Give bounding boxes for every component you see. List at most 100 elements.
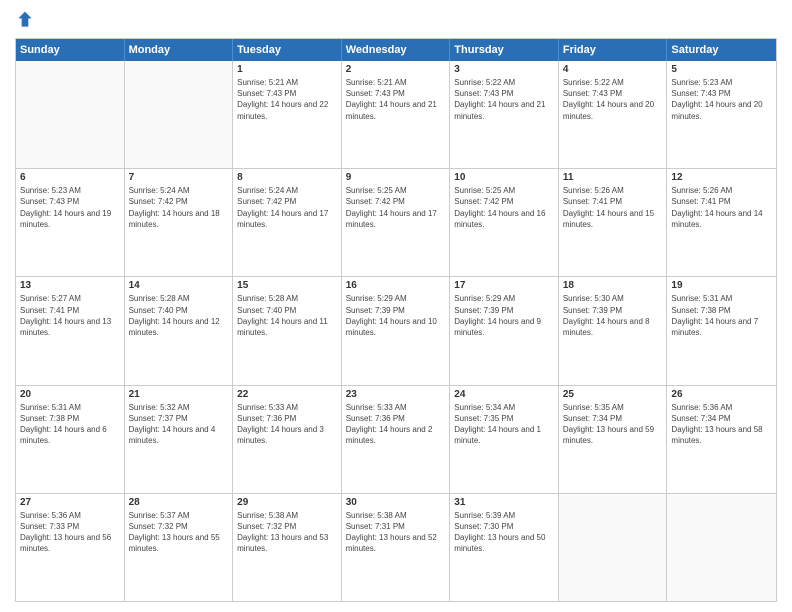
cal-header-cell: Thursday bbox=[450, 39, 559, 61]
day-number: 9 bbox=[346, 172, 446, 183]
cal-cell: 28 Sunrise: 5:37 AMSunset: 7:32 PMDayligh… bbox=[125, 494, 234, 601]
day-number: 13 bbox=[20, 280, 120, 291]
cell-detail: Sunrise: 5:33 AMSunset: 7:36 PMDaylight:… bbox=[346, 402, 446, 447]
cell-detail: Sunrise: 5:24 AMSunset: 7:42 PMDaylight:… bbox=[129, 185, 229, 230]
day-number: 26 bbox=[671, 389, 772, 400]
cal-cell: 3Sunrise: 5:22 AMSunset: 7:43 PMDaylight… bbox=[450, 61, 559, 168]
logo-icon bbox=[15, 10, 35, 30]
day-number: 8 bbox=[237, 172, 337, 183]
day-number: 2 bbox=[346, 64, 446, 75]
cell-detail: Sunrise: 5:21 AMSunset: 7:43 PMDaylight:… bbox=[237, 77, 337, 122]
cell-detail: Sunrise: 5:26 AMSunset: 7:41 PMDaylight:… bbox=[563, 185, 663, 230]
cal-header-cell: Friday bbox=[559, 39, 668, 61]
cell-detail: Sunrise: 5:31 AMSunset: 7:38 PMDaylight:… bbox=[20, 402, 120, 447]
cal-cell: 19 Sunrise: 5:31 AMSunset: 7:38 PMDayligh… bbox=[667, 277, 776, 384]
day-number: 30 bbox=[346, 497, 446, 508]
cal-cell bbox=[125, 61, 234, 168]
cal-cell: 30 Sunrise: 5:38 AMSunset: 7:31 PMDayligh… bbox=[342, 494, 451, 601]
cal-cell: 4 Sunrise: 5:22 AMSunset: 7:43 PMDaylight… bbox=[559, 61, 668, 168]
cal-header-cell: Saturday bbox=[667, 39, 776, 61]
cal-cell: 20 Sunrise: 5:31 AMSunset: 7:38 PMDayligh… bbox=[16, 386, 125, 493]
cal-cell: 11 Sunrise: 5:26 AMSunset: 7:41 PMDayligh… bbox=[559, 169, 668, 276]
cal-cell: 21 Sunrise: 5:32 AMSunset: 7:37 PMDayligh… bbox=[125, 386, 234, 493]
cell-detail: Sunrise: 5:25 AMSunset: 7:42 PMDaylight:… bbox=[346, 185, 446, 230]
logo bbox=[15, 10, 39, 30]
cal-cell: 24 Sunrise: 5:34 AMSunset: 7:35 PMDayligh… bbox=[450, 386, 559, 493]
cell-detail: Sunrise: 5:36 AMSunset: 7:33 PMDaylight:… bbox=[20, 510, 120, 555]
cell-detail: Sunrise: 5:34 AMSunset: 7:35 PMDaylight:… bbox=[454, 402, 554, 447]
day-number: 7 bbox=[129, 172, 229, 183]
day-number: 25 bbox=[563, 389, 663, 400]
cal-cell: 18 Sunrise: 5:30 AMSunset: 7:39 PMDayligh… bbox=[559, 277, 668, 384]
cal-cell: 8 Sunrise: 5:24 AMSunset: 7:42 PMDaylight… bbox=[233, 169, 342, 276]
day-number: 1 bbox=[237, 64, 337, 75]
cal-cell: 17 Sunrise: 5:29 AMSunset: 7:39 PMDayligh… bbox=[450, 277, 559, 384]
cal-cell: 31 Sunrise: 5:39 AMSunset: 7:30 PMDayligh… bbox=[450, 494, 559, 601]
cal-week-row: 6Sunrise: 5:23 AMSunset: 7:43 PMDaylight… bbox=[16, 169, 776, 277]
day-number: 17 bbox=[454, 280, 554, 291]
cell-detail: Sunrise: 5:38 AMSunset: 7:31 PMDaylight:… bbox=[346, 510, 446, 555]
cell-detail: Sunrise: 5:26 AMSunset: 7:41 PMDaylight:… bbox=[671, 185, 772, 230]
cell-detail: Sunrise: 5:39 AMSunset: 7:30 PMDaylight:… bbox=[454, 510, 554, 555]
cal-week-row: 1 Sunrise: 5:21 AMSunset: 7:43 PMDaylight… bbox=[16, 61, 776, 169]
cal-cell: 29 Sunrise: 5:38 AMSunset: 7:32 PMDayligh… bbox=[233, 494, 342, 601]
cal-cell: 14 Sunrise: 5:28 AMSunset: 7:40 PMDayligh… bbox=[125, 277, 234, 384]
cal-week-row: 20 Sunrise: 5:31 AMSunset: 7:38 PMDayligh… bbox=[16, 386, 776, 494]
cell-detail: Sunrise: 5:32 AMSunset: 7:37 PMDaylight:… bbox=[129, 402, 229, 447]
cell-detail: Sunrise: 5:28 AMSunset: 7:40 PMDaylight:… bbox=[237, 293, 337, 338]
day-number: 14 bbox=[129, 280, 229, 291]
cal-cell: 27Sunrise: 5:36 AMSunset: 7:33 PMDayligh… bbox=[16, 494, 125, 601]
cell-detail: Sunrise: 5:38 AMSunset: 7:32 PMDaylight:… bbox=[237, 510, 337, 555]
cell-detail: Sunrise: 5:23 AMSunset: 7:43 PMDaylight:… bbox=[671, 77, 772, 122]
day-number: 11 bbox=[563, 172, 663, 183]
cal-cell: 6Sunrise: 5:23 AMSunset: 7:43 PMDaylight… bbox=[16, 169, 125, 276]
calendar: SundayMondayTuesdayWednesdayThursdayFrid… bbox=[15, 38, 777, 602]
day-number: 10 bbox=[454, 172, 554, 183]
day-number: 31 bbox=[454, 497, 554, 508]
cal-cell: 25Sunrise: 5:35 AMSunset: 7:34 PMDayligh… bbox=[559, 386, 668, 493]
cal-cell: 9 Sunrise: 5:25 AMSunset: 7:42 PMDaylight… bbox=[342, 169, 451, 276]
cal-cell: 10 Sunrise: 5:25 AMSunset: 7:42 PMDayligh… bbox=[450, 169, 559, 276]
cell-detail: Sunrise: 5:31 AMSunset: 7:38 PMDaylight:… bbox=[671, 293, 772, 338]
cell-detail: Sunrise: 5:21 AMSunset: 7:43 PMDaylight:… bbox=[346, 77, 446, 122]
cal-cell: 5Sunrise: 5:23 AMSunset: 7:43 PMDaylight… bbox=[667, 61, 776, 168]
cal-cell: 26Sunrise: 5:36 AMSunset: 7:34 PMDayligh… bbox=[667, 386, 776, 493]
cal-cell: 7 Sunrise: 5:24 AMSunset: 7:42 PMDaylight… bbox=[125, 169, 234, 276]
calendar-body: 1 Sunrise: 5:21 AMSunset: 7:43 PMDaylight… bbox=[16, 61, 776, 601]
day-number: 24 bbox=[454, 389, 554, 400]
cal-header-cell: Monday bbox=[125, 39, 234, 61]
cal-cell: 12 Sunrise: 5:26 AMSunset: 7:41 PMDayligh… bbox=[667, 169, 776, 276]
cal-cell: 15 Sunrise: 5:28 AMSunset: 7:40 PMDayligh… bbox=[233, 277, 342, 384]
day-number: 20 bbox=[20, 389, 120, 400]
cal-header-cell: Wednesday bbox=[342, 39, 451, 61]
day-number: 21 bbox=[129, 389, 229, 400]
cell-detail: Sunrise: 5:37 AMSunset: 7:32 PMDaylight:… bbox=[129, 510, 229, 555]
day-number: 22 bbox=[237, 389, 337, 400]
cal-header-cell: Sunday bbox=[16, 39, 125, 61]
cal-cell: 2 Sunrise: 5:21 AMSunset: 7:43 PMDaylight… bbox=[342, 61, 451, 168]
cal-cell: 22Sunrise: 5:33 AMSunset: 7:36 PMDayligh… bbox=[233, 386, 342, 493]
cell-detail: Sunrise: 5:29 AMSunset: 7:39 PMDaylight:… bbox=[454, 293, 554, 338]
cal-cell: 23 Sunrise: 5:33 AMSunset: 7:36 PMDayligh… bbox=[342, 386, 451, 493]
day-number: 15 bbox=[237, 280, 337, 291]
cal-cell bbox=[667, 494, 776, 601]
cell-detail: Sunrise: 5:30 AMSunset: 7:39 PMDaylight:… bbox=[563, 293, 663, 338]
day-number: 29 bbox=[237, 497, 337, 508]
day-number: 19 bbox=[671, 280, 772, 291]
cell-detail: Sunrise: 5:27 AMSunset: 7:41 PMDaylight:… bbox=[20, 293, 120, 338]
cal-cell: 13 Sunrise: 5:27 AMSunset: 7:41 PMDayligh… bbox=[16, 277, 125, 384]
cell-detail: Sunrise: 5:22 AMSunset: 7:43 PMDaylight:… bbox=[563, 77, 663, 122]
day-number: 12 bbox=[671, 172, 772, 183]
calendar-header: SundayMondayTuesdayWednesdayThursdayFrid… bbox=[16, 39, 776, 61]
cell-detail: Sunrise: 5:24 AMSunset: 7:42 PMDaylight:… bbox=[237, 185, 337, 230]
cell-detail: Sunrise: 5:22 AMSunset: 7:43 PMDaylight:… bbox=[454, 77, 554, 122]
header bbox=[15, 10, 777, 30]
day-number: 28 bbox=[129, 497, 229, 508]
day-number: 23 bbox=[346, 389, 446, 400]
cal-cell: 16Sunrise: 5:29 AMSunset: 7:39 PMDayligh… bbox=[342, 277, 451, 384]
cell-detail: Sunrise: 5:25 AMSunset: 7:42 PMDaylight:… bbox=[454, 185, 554, 230]
day-number: 4 bbox=[563, 64, 663, 75]
day-number: 18 bbox=[563, 280, 663, 291]
cal-cell bbox=[16, 61, 125, 168]
cell-detail: Sunrise: 5:28 AMSunset: 7:40 PMDaylight:… bbox=[129, 293, 229, 338]
